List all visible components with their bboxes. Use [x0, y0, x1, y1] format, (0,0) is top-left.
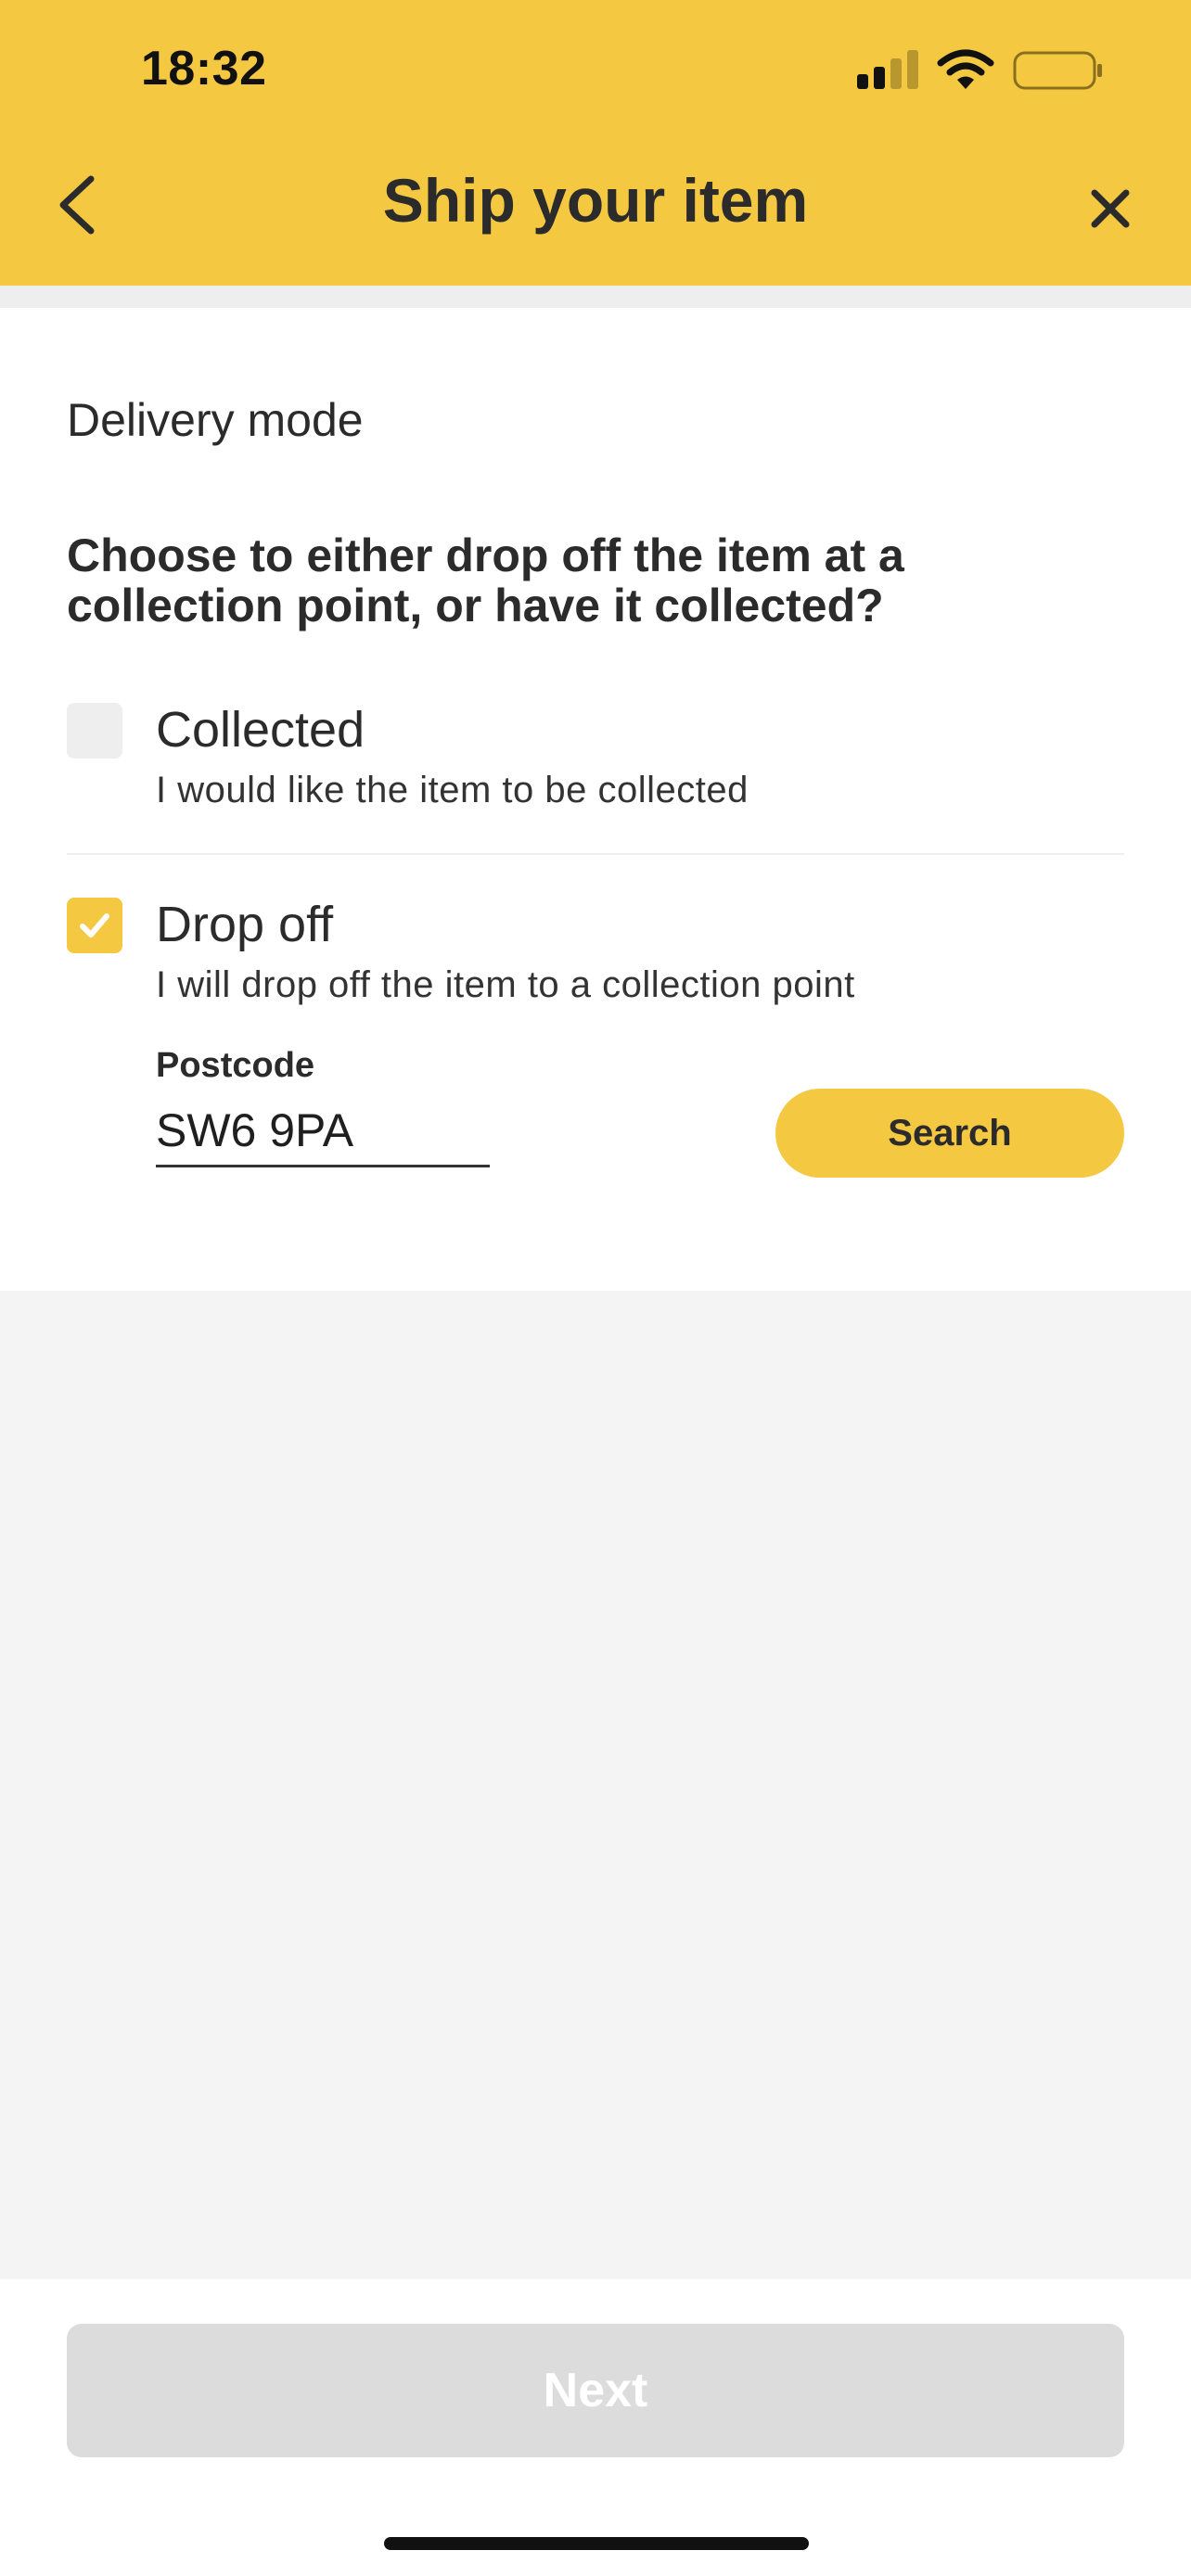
footer-panel: Next	[0, 2279, 1191, 2576]
delivery-card: Delivery mode Choose to either drop off …	[0, 308, 1191, 1291]
option-title: Drop off	[156, 897, 334, 952]
close-icon	[1091, 189, 1130, 228]
option-collected[interactable]: Collected I would like the item to be co…	[67, 702, 1124, 814]
option-description: I will drop off the item to a collection…	[156, 964, 855, 1005]
status-time: 18:32	[141, 42, 267, 96]
postcode-label: Postcode	[156, 1046, 315, 1085]
delivery-question: Choose to either drop off the item at a …	[67, 529, 904, 631]
option-divider	[67, 853, 1124, 855]
next-button[interactable]: Next	[67, 2324, 1124, 2457]
header-separator	[0, 286, 1191, 308]
header-bar: 18:32 Ship your item	[0, 0, 1191, 286]
wifi-icon	[937, 49, 994, 89]
cellular-signal-icon	[857, 50, 918, 89]
postcode-input[interactable]	[156, 1096, 490, 1167]
drop-off-checkbox[interactable]	[67, 898, 122, 953]
option-description: I would like the item to be collected	[156, 770, 749, 810]
battery-icon	[1013, 51, 1102, 90]
collected-checkbox[interactable]	[67, 703, 122, 759]
option-title: Collected	[156, 702, 365, 758]
close-button[interactable]	[1083, 182, 1137, 236]
section-title: Delivery mode	[67, 394, 364, 446]
home-indicator	[384, 2537, 809, 2550]
checkmark-icon	[80, 913, 109, 937]
search-button[interactable]: Search	[775, 1089, 1124, 1178]
option-drop-off[interactable]: Drop off I will drop off the item to a c…	[67, 897, 1124, 1009]
page-title: Ship your item	[382, 166, 809, 235]
